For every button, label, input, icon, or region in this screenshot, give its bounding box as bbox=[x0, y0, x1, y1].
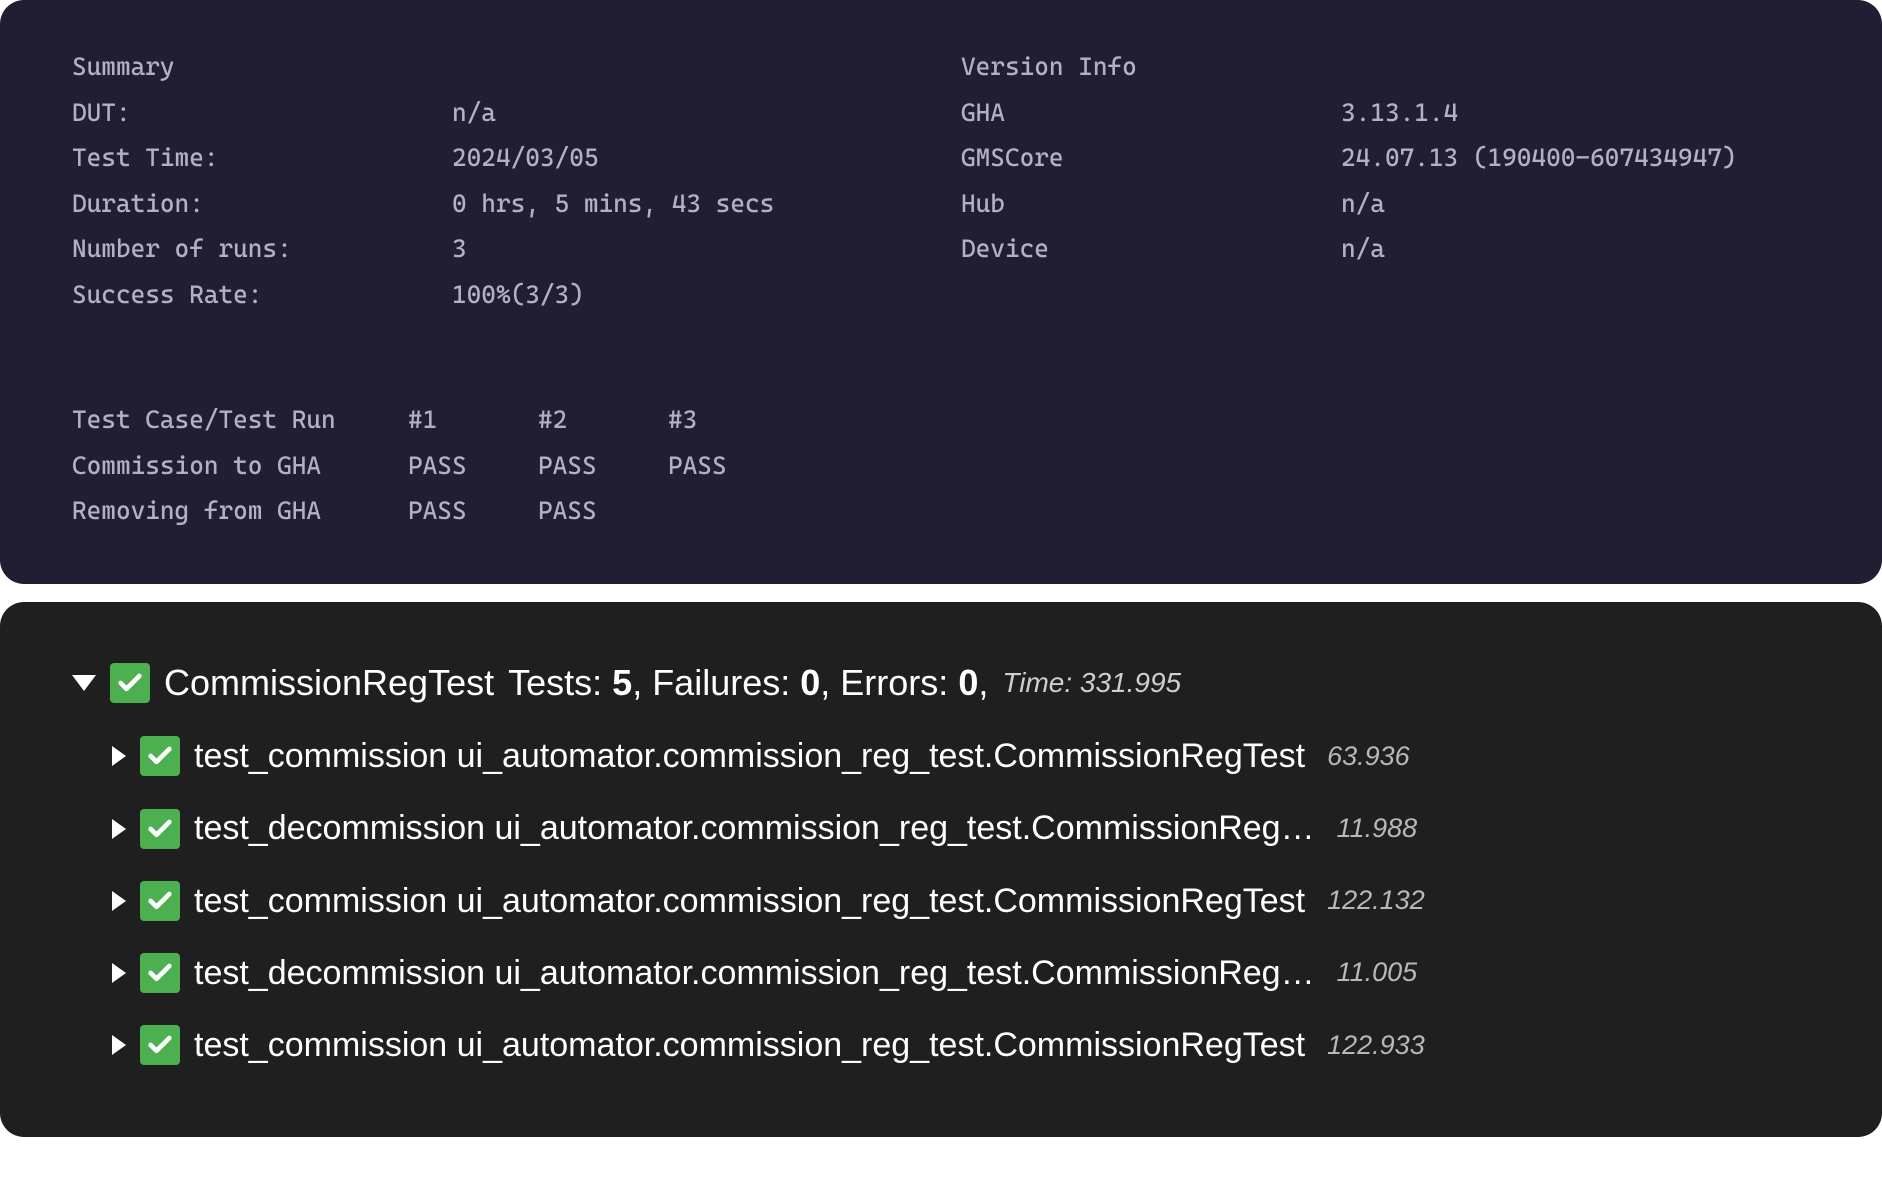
version-label: Hub bbox=[961, 181, 1341, 227]
test-name: test_commission ui_automator.commission_… bbox=[194, 734, 1305, 778]
summary-value: 2024/03/05 bbox=[452, 135, 921, 181]
check-icon bbox=[140, 1025, 180, 1065]
test-row[interactable]: test_commission ui_automator.commission_… bbox=[112, 734, 1810, 778]
run-cell: PASS bbox=[408, 488, 538, 534]
suite-meta: Tests: 5, Failures: 0, Errors: 0, bbox=[508, 660, 988, 707]
summary-value: 100%(3/3) bbox=[452, 272, 921, 318]
run-cell: Commission to GHA bbox=[72, 443, 408, 489]
disclosure-right-icon[interactable] bbox=[112, 746, 126, 766]
table-row: Commission to GHA PASS PASS PASS bbox=[72, 443, 1810, 489]
test-name: test_decommission ui_automator.commissio… bbox=[194, 806, 1315, 850]
run-table: Test Case/Test Run #1 #2 #3 Commission t… bbox=[72, 397, 1810, 534]
test-time: 63.936 bbox=[1327, 739, 1410, 774]
run-cell: PASS bbox=[668, 443, 798, 489]
disclosure-right-icon[interactable] bbox=[112, 819, 126, 839]
version-column: Version Info GHA3.13.1.4 GMSCore24.07.13… bbox=[961, 44, 1810, 317]
table-row: Removing from GHA PASS PASS bbox=[72, 488, 1810, 534]
run-cell: Removing from GHA bbox=[72, 488, 408, 534]
test-name: test_commission ui_automator.commission_… bbox=[194, 1023, 1305, 1067]
test-row[interactable]: test_decommission ui_automator.commissio… bbox=[112, 806, 1810, 850]
summary-column: Summary DUT:n/a Test Time:2024/03/05 Dur… bbox=[72, 44, 921, 317]
disclosure-right-icon[interactable] bbox=[112, 891, 126, 911]
test-row[interactable]: test_commission ui_automator.commission_… bbox=[112, 1023, 1810, 1067]
summary-panel: Summary DUT:n/a Test Time:2024/03/05 Dur… bbox=[0, 0, 1882, 584]
run-header-cell: #1 bbox=[408, 397, 538, 443]
version-label: GMSCore bbox=[961, 135, 1341, 181]
test-time: 11.988 bbox=[1337, 811, 1418, 846]
test-row[interactable]: test_commission ui_automator.commission_… bbox=[112, 879, 1810, 923]
version-value: 3.13.1.4 bbox=[1341, 90, 1810, 136]
version-value: 24.07.13 (190400-607434947) bbox=[1341, 135, 1810, 181]
disclosure-right-icon[interactable] bbox=[112, 963, 126, 983]
run-header-cell: Test Case/Test Run bbox=[72, 397, 408, 443]
summary-label: Test Time: bbox=[72, 135, 452, 181]
summary-header: Summary bbox=[72, 44, 452, 90]
summary-label: Number of runs: bbox=[72, 226, 452, 272]
version-label: Device bbox=[961, 226, 1341, 272]
check-icon bbox=[140, 736, 180, 776]
summary-value: 0 hrs, 5 mins, 43 secs bbox=[452, 181, 921, 227]
check-icon bbox=[140, 809, 180, 849]
run-cell: PASS bbox=[538, 488, 668, 534]
test-time: 122.933 bbox=[1327, 1028, 1425, 1063]
suite-time: Time: 331.995 bbox=[1002, 665, 1181, 701]
run-cell: PASS bbox=[408, 443, 538, 489]
check-icon bbox=[140, 881, 180, 921]
version-value: n/a bbox=[1341, 226, 1810, 272]
summary-value: n/a bbox=[452, 90, 921, 136]
summary-label: DUT: bbox=[72, 90, 452, 136]
summary-label: Duration: bbox=[72, 181, 452, 227]
test-time: 122.132 bbox=[1327, 883, 1425, 918]
run-header-cell: #2 bbox=[538, 397, 668, 443]
test-name: test_commission ui_automator.commission_… bbox=[194, 879, 1305, 923]
run-cell bbox=[668, 488, 798, 534]
test-time: 11.005 bbox=[1337, 955, 1418, 990]
summary-value: 3 bbox=[452, 226, 921, 272]
check-icon bbox=[110, 663, 150, 703]
run-header-cell: #3 bbox=[668, 397, 798, 443]
disclosure-down-icon[interactable] bbox=[72, 675, 96, 691]
version-label: GHA bbox=[961, 90, 1341, 136]
run-table-header: Test Case/Test Run #1 #2 #3 bbox=[72, 397, 1810, 443]
version-header: Version Info bbox=[961, 44, 1341, 90]
suite-row[interactable]: CommissionRegTest Tests: 5, Failures: 0,… bbox=[72, 660, 1810, 707]
version-value: n/a bbox=[1341, 181, 1810, 227]
disclosure-right-icon[interactable] bbox=[112, 1035, 126, 1055]
test-row[interactable]: test_decommission ui_automator.commissio… bbox=[112, 951, 1810, 995]
check-icon bbox=[140, 953, 180, 993]
run-cell: PASS bbox=[538, 443, 668, 489]
test-tree-panel: CommissionRegTest Tests: 5, Failures: 0,… bbox=[0, 602, 1882, 1138]
summary-label: Success Rate: bbox=[72, 272, 452, 318]
suite-name: CommissionRegTest bbox=[164, 660, 494, 707]
test-name: test_decommission ui_automator.commissio… bbox=[194, 951, 1315, 995]
